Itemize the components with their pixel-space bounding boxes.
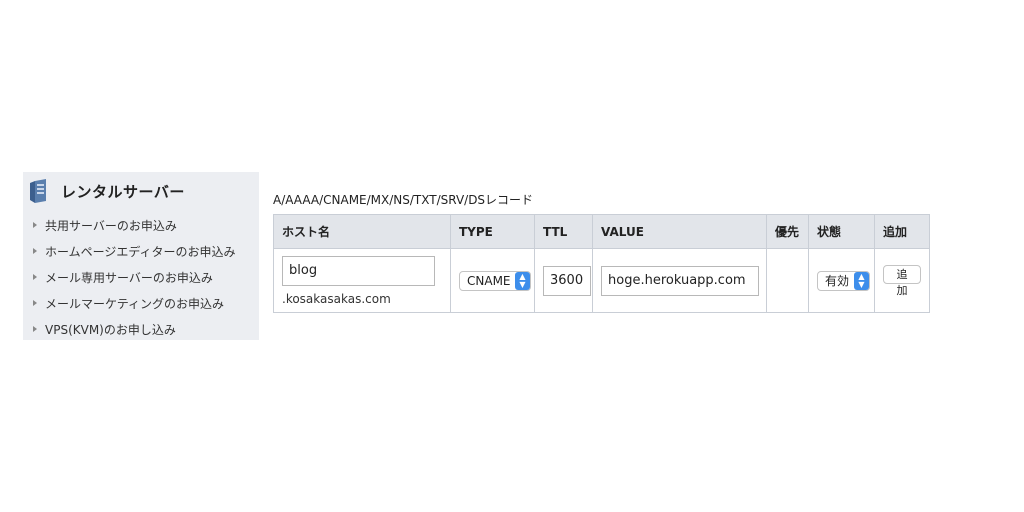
sidebar-item-mail-server[interactable]: メール専用サーバーのお申込み [33,264,236,290]
select-arrows-icon: ▲ ▼ [854,271,869,290]
type-select[interactable]: CNAME ▲ ▼ [459,270,531,291]
type-select-value: CNAME [467,273,511,288]
column-header-add: 追加 [874,214,930,249]
sidebar-item-homepage-editor[interactable]: ホームページエディターのお申込み [33,238,236,264]
priority-cell [766,248,809,313]
value-cell [592,248,767,313]
sidebar-header: レンタルサーバー [29,176,185,206]
state-select-value: 有効 [825,274,850,288]
triangle-bullet-icon [33,326,37,332]
sidebar-title: レンタルサーバー [61,182,185,201]
ttl-cell [534,248,593,313]
add-cell: 追加 [874,248,930,313]
select-arrows-icon: ▲ ▼ [515,271,530,290]
add-record-button[interactable]: 追加 [883,264,921,297]
triangle-bullet-icon [33,248,37,254]
server-icon [30,179,46,203]
domain-suffix: .kosakasakas.com [282,291,391,306]
sidebar-item-label: VPS(KVM)のお申し込み [45,322,176,337]
table-row: .kosakasakas.com CNAME ▲▼ 有効 ▲▼ [273,248,930,313]
column-header-ttl: TTL [534,214,593,249]
sidebar-menu: 共用サーバーのお申込み ホームページエディターのお申込み メール専用サーバーのお… [33,212,236,342]
host-cell: .kosakasakas.com [273,248,451,313]
sidebar-item-label: メールマーケティングのお申込み [45,296,225,311]
triangle-bullet-icon [33,222,37,228]
state-select[interactable]: 有効 ▲ ▼ [817,270,870,291]
column-header-host: ホスト名 [273,214,451,249]
sidebar-item-label: メール専用サーバーのお申込み [45,270,213,285]
type-cell: CNAME ▲ ▼ [450,248,535,313]
value-input[interactable] [601,265,759,296]
host-input[interactable] [282,255,435,286]
state-cell: 有効 ▲ ▼ [808,248,875,313]
records-caption: A/AAAA/CNAME/MX/NS/TXT/SRV/DSレコード [273,193,534,207]
dns-records-table: ホスト名 TYPE TTL VALUE 優先 状態 追加 .kosakasaka… [273,214,930,313]
sidebar-item-shared-server[interactable]: 共用サーバーのお申込み [33,212,236,238]
table-header-row: ホスト名 TYPE TTL VALUE 優先 状態 追加 [273,214,930,249]
sidebar-item-label: 共用サーバーのお申込み [45,218,177,233]
ttl-input[interactable] [543,265,591,296]
column-header-type: TYPE [450,214,535,249]
sidebar-item-vps[interactable]: VPS(KVM)のお申し込み [33,316,236,342]
column-header-state: 状態 [808,214,875,249]
column-header-value: VALUE [592,214,767,249]
sidebar: レンタルサーバー 共用サーバーのお申込み ホームページエディターのお申込み メー… [23,172,259,340]
triangle-bullet-icon [33,274,37,280]
sidebar-item-mail-marketing[interactable]: メールマーケティングのお申込み [33,290,236,316]
sidebar-item-label: ホームページエディターのお申込み [45,244,236,259]
triangle-bullet-icon [33,300,37,306]
column-header-priority: 優先 [766,214,809,249]
